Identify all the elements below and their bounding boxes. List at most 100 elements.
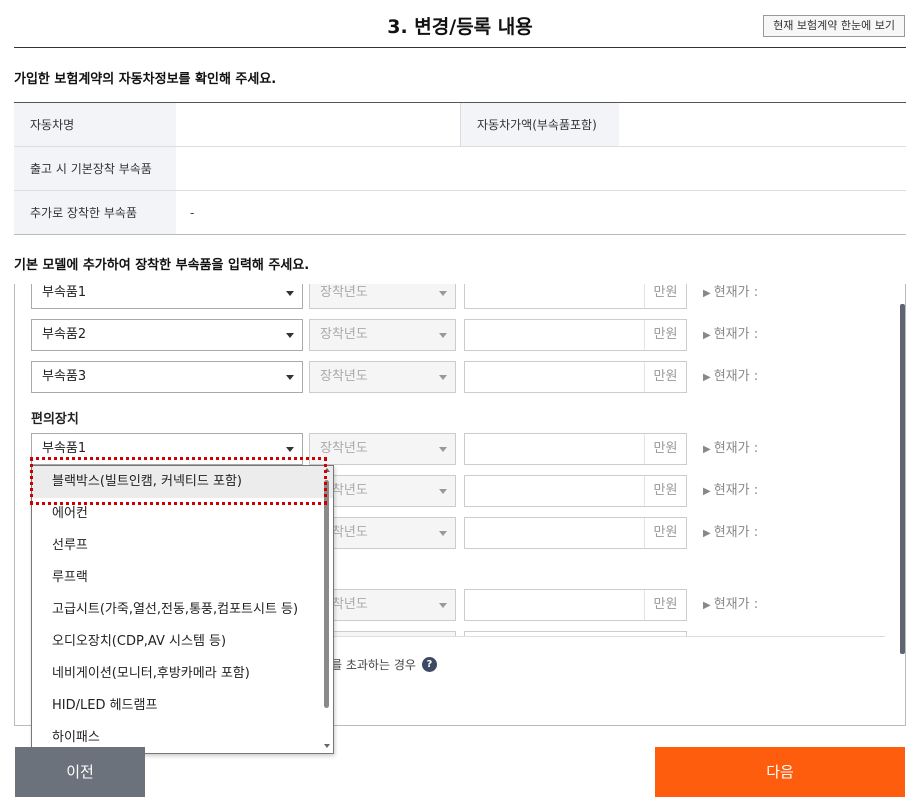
dropdown-option[interactable]: HID/LED 헤드램프 — [32, 690, 333, 722]
amount-unit: 만원 — [644, 518, 686, 548]
amount-unit: 만원 — [644, 284, 686, 308]
install-year-select[interactable]: 장착년도 — [309, 319, 456, 351]
default-parts-row: 출고 시 기본장착 부속품 — [14, 147, 906, 191]
current-price: ▶ 현재가 : — [703, 589, 758, 622]
next-button[interactable]: 다음 — [655, 747, 905, 797]
car-name-value — [176, 103, 460, 146]
current-price: ▶ 현재가 : — [703, 319, 758, 352]
current-price: ▶ 현재가 : — [703, 517, 758, 550]
chevron-down-icon — [439, 375, 447, 380]
car-name-label: 자동차명 — [14, 103, 176, 146]
current-price-label: 현재가 : — [713, 597, 759, 612]
dropdown-option[interactable]: 에어컨 — [32, 498, 333, 530]
car-price-value — [619, 103, 906, 146]
current-price-label: 현재가 : — [713, 441, 759, 456]
triangle-right-icon: ▶ — [703, 444, 711, 455]
added-parts-label: 추가로 장착한 부속품 — [14, 191, 176, 234]
chevron-down-icon — [439, 603, 447, 608]
triangle-right-icon: ▶ — [703, 330, 711, 341]
dropdown-scrollbar[interactable] — [324, 480, 329, 708]
triangle-right-icon: ▶ — [703, 486, 711, 497]
part-options-dropdown[interactable]: 블랙박스(빌트인캠, 커넥티드 포함) 에어컨 선루프 루프랙 고급시트(가죽,… — [31, 465, 334, 754]
default-parts-value — [176, 147, 906, 190]
dropdown-option[interactable]: 오디오장치(CDP,AV 시스템 등) — [32, 626, 333, 658]
current-price-label: 현재가 : — [713, 285, 759, 300]
scroll-down-icon[interactable] — [324, 744, 330, 748]
amount-input[interactable]: 만원 — [464, 475, 687, 507]
car-info-table: 자동차명 자동차가액(부속품포함) 출고 시 기본장착 부속품 추가로 장착한 … — [14, 102, 906, 235]
amount-input[interactable]: 만원 — [464, 361, 687, 393]
dropdown-option[interactable]: 루프랙 — [32, 562, 333, 594]
amount-input[interactable]: 만원 — [464, 517, 687, 549]
part-row: 부속품3 장착년도 만원 ▶ 현재가 : — [31, 361, 861, 393]
added-parts-row: 추가로 장착한 부속품 - — [14, 191, 906, 234]
part-select[interactable]: 부속품3 — [31, 361, 303, 393]
install-year-placeholder: 장착년도 — [320, 327, 368, 342]
divider — [310, 636, 885, 637]
part-select[interactable]: 부속품1 — [31, 284, 303, 309]
current-price-label: 현재가 : — [713, 525, 759, 540]
chevron-down-icon — [286, 333, 294, 338]
amount-input[interactable]: 만원 — [464, 319, 687, 351]
part-row: 부속품1 장착년도 만원 ▶ 현재가 : — [31, 284, 861, 309]
part-select[interactable]: 부속품1 — [31, 433, 303, 465]
chevron-down-icon — [286, 447, 294, 452]
convenience-group-label: 편의장치 — [31, 412, 79, 427]
dropdown-option[interactable]: 블랙박스(빌트인캠, 커넥티드 포함) — [32, 466, 333, 498]
install-year-select[interactable]: 장착년도 — [309, 284, 456, 309]
triangle-right-icon: ▶ — [703, 528, 711, 539]
current-price-label: 현재가 : — [713, 369, 759, 384]
chevron-down-icon — [439, 489, 447, 494]
scroll-up-icon[interactable] — [324, 468, 330, 472]
prev-button[interactable]: 이전 — [15, 747, 145, 797]
parts-scrollbar[interactable] — [900, 304, 905, 654]
dropdown-option[interactable]: 고급시트(가죽,열선,전동,통풍,컴포트시트 등) — [32, 594, 333, 626]
amount-unit: 만원 — [644, 362, 686, 392]
amount-input[interactable]: 만원 — [464, 284, 687, 309]
current-price-label: 현재가 : — [713, 327, 759, 342]
dropdown-option[interactable]: 네비게이션(모니터,후방카메라 포함) — [32, 658, 333, 690]
amount-unit: 만원 — [644, 320, 686, 350]
current-price: ▶ 현재가 : — [703, 433, 758, 466]
current-price-label: 현재가 : — [713, 483, 759, 498]
chevron-down-icon — [439, 333, 447, 338]
install-year-placeholder: 장착년도 — [320, 441, 368, 456]
part-select-value: 부속품2 — [42, 327, 87, 342]
install-year-select[interactable]: 장착년도 — [309, 433, 456, 465]
help-icon[interactable]: ? — [421, 657, 437, 672]
part-select[interactable]: 부속품2 — [31, 319, 303, 351]
parts-heading: 기본 모델에 추가하여 장착한 부속품을 입력해 주세요. — [14, 258, 310, 273]
dropdown-option[interactable]: 선루프 — [32, 530, 333, 562]
chevron-down-icon — [439, 291, 447, 296]
triangle-right-icon: ▶ — [703, 372, 711, 383]
install-year-select[interactable]: 장착년도 — [309, 361, 456, 393]
amount-unit: 만원 — [644, 476, 686, 506]
car-info-row: 자동차명 자동차가액(부속품포함) — [14, 103, 906, 147]
install-year-placeholder: 장착년도 — [320, 369, 368, 384]
triangle-right-icon: ▶ — [703, 600, 711, 611]
current-price: ▶ 현재가 : — [703, 361, 758, 394]
chevron-down-icon — [286, 375, 294, 380]
part-select-value: 부속품1 — [42, 285, 87, 300]
amount-unit: 만원 — [644, 590, 686, 620]
current-price: ▶ 현재가 : — [703, 284, 758, 310]
chevron-down-icon — [439, 531, 447, 536]
part-row: 부속품2 장착년도 만원 ▶ 현재가 : — [31, 319, 861, 351]
part-select-value: 부속품3 — [42, 369, 87, 384]
chevron-down-icon — [439, 447, 447, 452]
part-select-value: 부속품1 — [42, 441, 87, 456]
chevron-down-icon — [286, 291, 294, 296]
amount-input[interactable]: 만원 — [464, 589, 687, 621]
car-info-heading: 가입한 보험계약의 자동차정보를 확인해 주세요. — [14, 72, 277, 87]
amount-unit: 만원 — [644, 434, 686, 464]
part-row: 부속품1 장착년도 만원 ▶ 현재가 : — [31, 433, 861, 465]
car-price-label: 자동차가액(부속품포함) — [460, 103, 619, 146]
page-header: 3. 변경/등록 내용 현재 보험계약 한눈에 보기 — [14, 0, 906, 48]
help-note: 를 초과하는 경우 ? — [331, 656, 437, 673]
contract-summary-button[interactable]: 현재 보험계약 한눈에 보기 — [763, 15, 905, 37]
default-parts-label: 출고 시 기본장착 부속품 — [14, 147, 176, 190]
triangle-right-icon: ▶ — [703, 288, 711, 299]
help-note-text: 를 초과하는 경우 — [331, 658, 416, 672]
amount-input[interactable]: 만원 — [464, 433, 687, 465]
install-year-placeholder: 장착년도 — [320, 285, 368, 300]
